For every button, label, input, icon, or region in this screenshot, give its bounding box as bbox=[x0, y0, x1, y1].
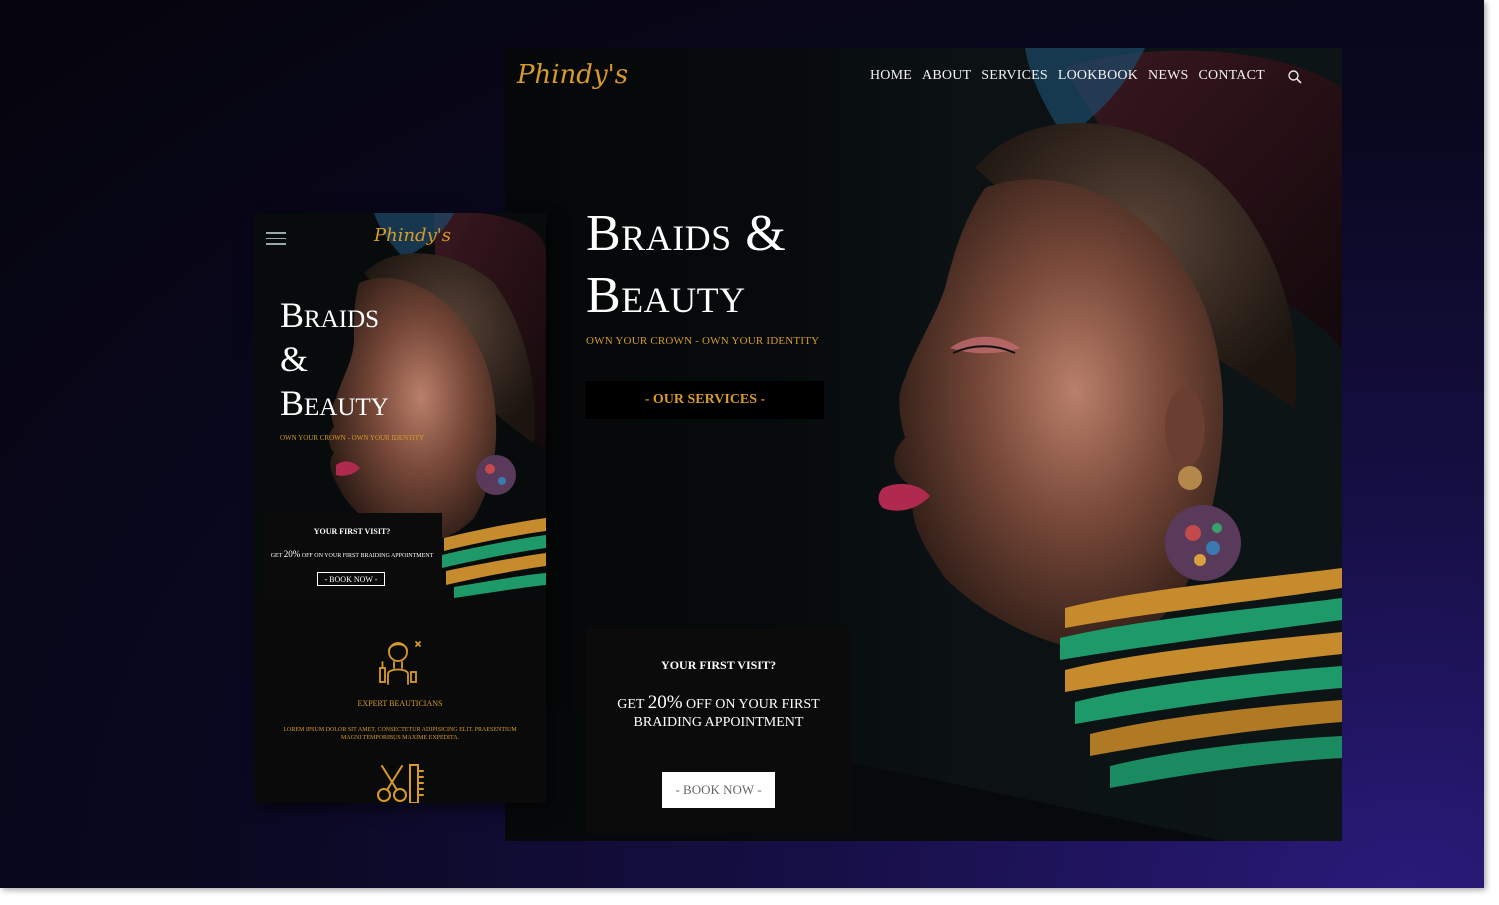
main-nav: HOME ABOUT SERVICES LOOKBOOK NEWS CONTAC… bbox=[870, 68, 1265, 84]
hero-subtitle: OWN YOUR CROWN - OWN YOUR IDENTITY bbox=[586, 335, 820, 347]
scissors-comb-icon bbox=[377, 764, 424, 803]
mobile-title-line2: & bbox=[280, 339, 309, 379]
mobile-hero-subtitle: OWN YOUR CROWN - OWN YOUR IDENTITY bbox=[280, 434, 425, 442]
offer-title: YOUR FIRST VISIT? bbox=[661, 658, 776, 672]
mobile-mockup: Phindy's Braids & Beauty OWN YOUR CROWN … bbox=[254, 213, 546, 803]
desktop-mockup: Phindy's HOME ABOUT SERVICES LOOKBOOK NE… bbox=[505, 48, 1342, 841]
hero-title: Braids & Beauty bbox=[586, 203, 786, 327]
nav-services[interactable]: SERVICES bbox=[981, 68, 1048, 84]
mobile-offer-percent: 20% bbox=[283, 549, 301, 559]
our-services-button[interactable]: - OUR SERVICES - bbox=[586, 381, 824, 419]
hero-title-line2: Beauty bbox=[586, 267, 746, 324]
nav-news[interactable]: NEWS bbox=[1148, 68, 1188, 84]
beautician-icon bbox=[379, 641, 421, 685]
book-now-button[interactable]: - BOOK NOW - bbox=[662, 772, 775, 808]
menu-icon[interactable] bbox=[266, 232, 286, 246]
mobile-offer-title: YOUR FIRST VISIT? bbox=[313, 527, 391, 536]
mobile-hero: Phindy's Braids & Beauty OWN YOUR CROWN … bbox=[254, 213, 546, 598]
mobile-hero-title: Braids & Beauty bbox=[280, 293, 389, 425]
mobile-title-line3: Beauty bbox=[280, 383, 389, 423]
nav-about[interactable]: ABOUT bbox=[922, 68, 971, 84]
search-icon[interactable] bbox=[1287, 69, 1303, 85]
nav-contact[interactable]: CONTACT bbox=[1199, 68, 1265, 84]
nav-home[interactable]: HOME bbox=[870, 68, 912, 84]
hero-title-line1: Braids & bbox=[586, 205, 787, 262]
mobile-first-visit-offer: YOUR FIRST VISIT? GET 20% OFF ON YOUR FI… bbox=[262, 513, 442, 597]
logo[interactable]: Phindy's bbox=[517, 60, 628, 90]
mobile-logo[interactable]: Phindy's bbox=[374, 225, 451, 246]
expert-beauticians-text: LOREM IPSUM DOLOR SIT AMET, CONSECTETUR … bbox=[283, 727, 517, 741]
expert-beauticians-title: EXPERT BEAUTICIANS bbox=[357, 699, 443, 708]
mobile-title-line1: Braids bbox=[280, 295, 380, 335]
first-visit-offer: YOUR FIRST VISIT? GET 20% OFF ON YOUR FI… bbox=[586, 628, 851, 833]
mobile-offer-text: GET 20% OFF ON YOUR FIRST BRAIDING APPOI… bbox=[270, 549, 434, 559]
nav-lookbook[interactable]: LOOKBOOK bbox=[1058, 68, 1138, 84]
offer-text: GET 20% OFF ON YOUR FIRST BRAIDING APPOI… bbox=[617, 692, 820, 730]
offer-percent: 20% bbox=[647, 692, 683, 713]
mobile-book-now-button[interactable]: - BOOK NOW - bbox=[317, 572, 385, 586]
presentation-background: Phindy's HOME ABOUT SERVICES LOOKBOOK NE… bbox=[0, 0, 1484, 888]
